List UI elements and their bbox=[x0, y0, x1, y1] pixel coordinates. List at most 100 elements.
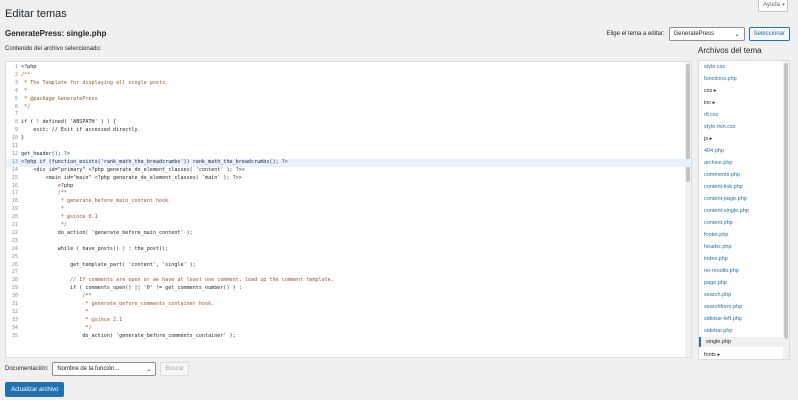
files-heading: Archivos del tema bbox=[698, 46, 762, 55]
code-line[interactable]: 10} bbox=[6, 135, 691, 143]
select-theme-button[interactable]: Seleccionar bbox=[748, 27, 790, 41]
documentation-select[interactable]: Nombre de la función... ⌄ bbox=[52, 362, 157, 376]
code-line[interactable]: 4 * bbox=[6, 88, 691, 96]
files-list: style.css functions.php css ▸ inc ▸ rtl.css s… bbox=[698, 60, 790, 360]
code-line[interactable]: 29 if ( comments_open() || '0' != get_co… bbox=[6, 285, 691, 293]
line-number: 3 bbox=[14, 79, 18, 86]
file-item[interactable]: single.php bbox=[699, 337, 785, 347]
code-text: * bbox=[21, 87, 28, 94]
file-item[interactable]: archive.php bbox=[704, 160, 732, 166]
line-number: 20 bbox=[11, 214, 18, 221]
code-line[interactable]: 22 do_action( 'generate_before_main_cont… bbox=[6, 230, 691, 238]
code-line[interactable]: 32 * bbox=[6, 309, 691, 317]
file-item[interactable]: content-page.php bbox=[704, 196, 747, 202]
file-name: content-single.php bbox=[704, 208, 749, 214]
line-number: 22 bbox=[11, 229, 18, 236]
line-number: 5 bbox=[14, 95, 18, 102]
expand-arrow-icon[interactable]: ▸ bbox=[716, 352, 720, 358]
code-line[interactable]: 31 * generate_before_comments_container … bbox=[6, 301, 691, 309]
code-text: exit; // Exit if accessed directly. bbox=[21, 127, 141, 134]
file-name: search.php bbox=[704, 292, 732, 298]
expand-arrow-icon[interactable]: ▸ bbox=[708, 136, 713, 142]
file-item[interactable]: header.php bbox=[704, 244, 732, 250]
line-number: 32 bbox=[11, 308, 18, 315]
file-item[interactable]: rtl.css bbox=[704, 112, 718, 118]
file-item[interactable]: 404.php bbox=[704, 148, 724, 154]
code-line[interactable]: 34 */ bbox=[6, 325, 691, 333]
files-scrollbar[interactable] bbox=[783, 61, 789, 359]
file-item[interactable]: style.min.css bbox=[704, 124, 735, 130]
code-line[interactable]: 33 * @since 2.1 bbox=[6, 317, 691, 325]
code-text: <div id="primary" <?php generate_do_elem… bbox=[21, 166, 245, 173]
code-text: /** bbox=[21, 71, 31, 78]
file-item[interactable]: index.php bbox=[704, 256, 728, 262]
file-item[interactable]: searchform.php bbox=[704, 304, 742, 310]
file-item[interactable]: functions.php bbox=[704, 76, 737, 82]
code-line[interactable]: 1 <?php bbox=[6, 64, 691, 72]
files-scroll-thumb[interactable] bbox=[784, 63, 788, 339]
code-line[interactable]: 2/** bbox=[6, 72, 691, 80]
file-name: sidebar-left.php bbox=[704, 316, 742, 322]
file-item[interactable]: sidebar.php bbox=[704, 328, 732, 334]
code-line[interactable]: 25 bbox=[6, 254, 691, 262]
theme-picker: Elige el tema a editar: GeneratePress ⌄ … bbox=[607, 27, 790, 41]
file-item[interactable]: sidebar-left.php bbox=[704, 316, 742, 322]
code-line[interactable]: 27 bbox=[6, 269, 691, 277]
code-line[interactable]: 15 <main id="main" <?php generate_do_ele… bbox=[6, 175, 691, 183]
file-name: comments.php bbox=[704, 172, 741, 178]
lookup-button[interactable]: Buscar bbox=[160, 362, 190, 376]
help-tab[interactable]: Ayuda ▾ bbox=[758, 0, 788, 12]
file-name: footer.php bbox=[704, 232, 729, 238]
line-number: 16 bbox=[11, 182, 18, 189]
code-line[interactable]: 35 do_action( 'generate_before_comments_… bbox=[6, 333, 691, 341]
code-line[interactable]: 5 * @package GeneratePress bbox=[6, 96, 691, 104]
code-line[interactable]: 13 <?php if (function_exists('rank_math_t… bbox=[6, 158, 691, 167]
file-item[interactable]: footer.php bbox=[704, 232, 728, 238]
file-item[interactable]: page.php bbox=[704, 280, 727, 286]
code-line[interactable]: 3 * The Template for displaying all sing… bbox=[6, 80, 691, 88]
file-name: content.php bbox=[704, 220, 733, 226]
code-line[interactable]: 16 <?php bbox=[6, 183, 691, 191]
code-text: <?php bbox=[21, 182, 74, 189]
file-item[interactable]: content-single.php bbox=[704, 208, 749, 214]
code-line[interactable]: 28 // If comments are open or we have at… bbox=[6, 277, 691, 285]
folder-item[interactable]: inc ▸ bbox=[704, 100, 715, 106]
file-name: no-results.php bbox=[704, 268, 739, 274]
code-line[interactable]: 6 */ bbox=[6, 104, 691, 112]
file-item[interactable]: search.php bbox=[704, 292, 731, 298]
code-line[interactable]: 14 <div id="primary" <?php generate_do_e… bbox=[6, 167, 691, 175]
code-text: * The Template for displaying all single… bbox=[21, 79, 169, 86]
expand-arrow-icon[interactable]: ▸ bbox=[711, 100, 716, 106]
file-item[interactable]: no-results.php bbox=[704, 268, 739, 274]
expand-arrow-icon[interactable]: ▸ bbox=[712, 88, 717, 94]
theme-select[interactable]: GeneratePress ⌄ bbox=[668, 27, 745, 41]
file-name: style.css bbox=[704, 64, 726, 70]
code-line[interactable]: 26 get_template_part( 'content', 'single… bbox=[6, 262, 691, 270]
code-line[interactable]: 17 /** bbox=[6, 190, 691, 198]
folder-item[interactable]: css ▸ bbox=[704, 88, 717, 94]
code-line[interactable]: 20 * @since 0.1 bbox=[6, 214, 691, 222]
code-editor[interactable]: 1 <?php 2/** 3 * The Template for displayin… bbox=[5, 61, 692, 358]
code-line[interactable]: 9 exit; // Exit if accessed directly. bbox=[6, 127, 691, 135]
code-line[interactable]: 23 bbox=[6, 238, 691, 246]
update-file-button[interactable]: Actualizar archivo bbox=[5, 382, 65, 397]
folder-item[interactable]: js ▸ bbox=[704, 136, 712, 142]
folder-item[interactable]: fonts ▸ bbox=[704, 352, 720, 358]
file-item[interactable]: comments.php bbox=[704, 172, 740, 178]
code-line[interactable]: 21 */ bbox=[6, 222, 691, 230]
line-number: 24 bbox=[11, 245, 18, 252]
code-line[interactable]: 7 bbox=[6, 111, 691, 119]
code-text: * @since 2.1 bbox=[21, 316, 123, 323]
code-line[interactable]: 8 if ( ! defined( 'ABSPATH' ) ) { bbox=[6, 119, 691, 127]
code-line[interactable]: 19 * bbox=[6, 206, 691, 214]
code-text: * generate_before_main_content hook. bbox=[21, 198, 172, 205]
code-line[interactable]: 18 * generate_before_main_content hook. bbox=[6, 198, 691, 206]
file-item[interactable]: content-link.php bbox=[704, 184, 743, 190]
file-item[interactable]: style.css bbox=[704, 64, 725, 70]
code-line[interactable]: 24 while ( have_posts() ) : the_post(); bbox=[6, 246, 691, 254]
code-line[interactable]: 11 bbox=[6, 143, 691, 151]
code-line[interactable]: 30 /** bbox=[6, 293, 691, 301]
code-line[interactable]: 12 get_header(); ?> bbox=[6, 151, 691, 159]
file-item[interactable]: content.php bbox=[704, 220, 733, 226]
line-number: 2 bbox=[14, 71, 18, 78]
